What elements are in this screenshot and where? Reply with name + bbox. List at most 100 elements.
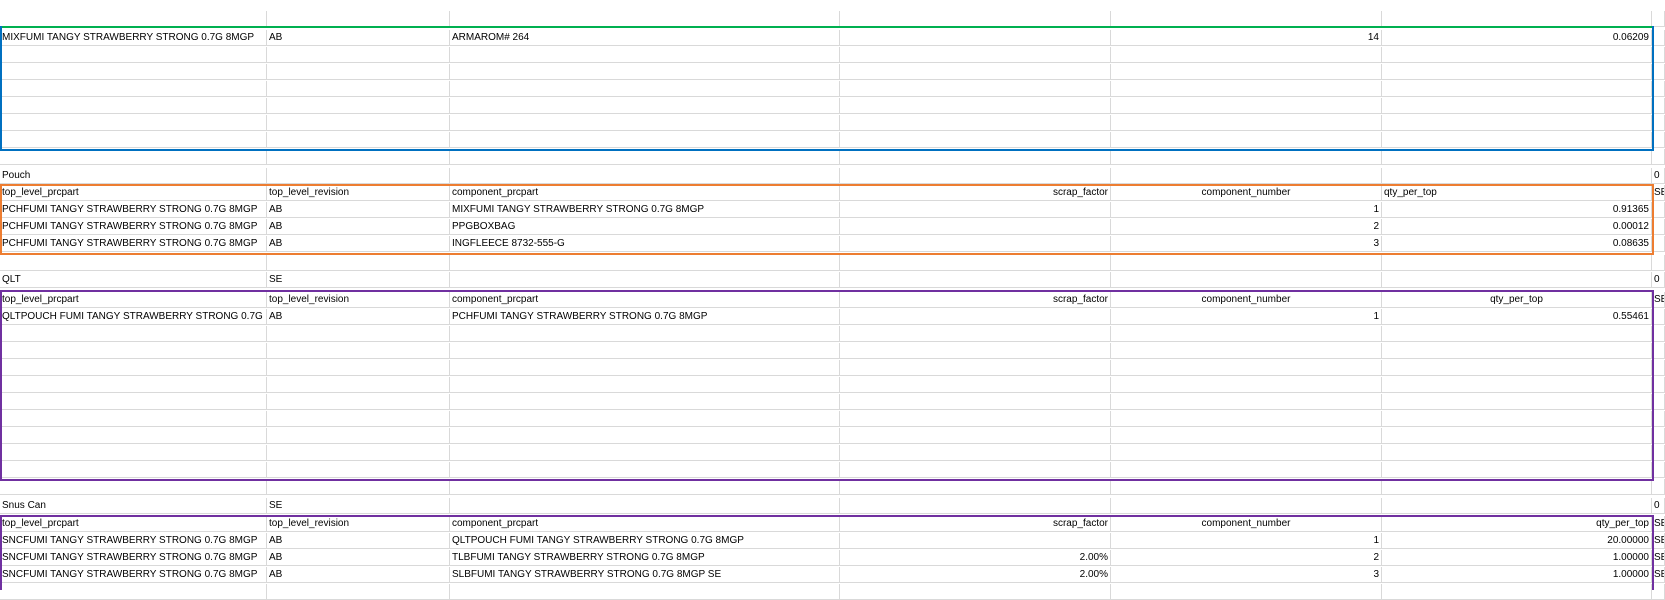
cell-scrap-factor[interactable] [840, 115, 1111, 131]
cell-qty-per-top[interactable]: 0.55461 [1382, 309, 1652, 325]
cell-extra[interactable]: SE [1652, 567, 1665, 583]
cell-qty-per-top[interactable] [1382, 47, 1652, 63]
cell-top-level-revision[interactable]: AB [267, 533, 450, 549]
cell-extra[interactable] [1652, 428, 1665, 444]
cell-extra[interactable] [1652, 377, 1665, 393]
cell-qty-per-top[interactable] [1382, 498, 1652, 514]
cell-scrap-factor[interactable] [840, 343, 1111, 359]
cell-qty-per-top[interactable] [1382, 377, 1652, 393]
cell-component-number[interactable]: 2 [1111, 550, 1382, 566]
header-scrap-factor[interactable]: scrap_factor [840, 185, 1111, 201]
cell-component-number[interactable] [1111, 47, 1382, 63]
header-component-number[interactable]: component_number [1111, 292, 1382, 308]
header-component-prcpart[interactable]: component_prcpart [450, 516, 840, 532]
cell-extra[interactable] [1652, 479, 1665, 495]
cell-component-prcpart[interactable]: TLBFUMI TANGY STRAWBERRY STRONG 0.7G 8MG… [450, 550, 840, 566]
cell-component-prcpart[interactable] [450, 411, 840, 427]
cell-component-number[interactable] [1111, 428, 1382, 444]
cell-extra[interactable]: SE [1652, 550, 1665, 566]
cell-extra[interactable] [1652, 202, 1665, 218]
cell-component-number[interactable] [1111, 445, 1382, 461]
cell-extra[interactable] [1652, 343, 1665, 359]
cell-component-prcpart[interactable] [450, 394, 840, 410]
cell-component-number[interactable] [1111, 462, 1382, 478]
cell-scrap-factor[interactable] [840, 81, 1111, 97]
cell-qty-per-top[interactable] [1382, 326, 1652, 342]
header-top-level-revision[interactable]: top_level_revision [267, 516, 450, 532]
cell-top-level-prcpart[interactable] [0, 360, 267, 376]
section-title-snus-can[interactable]: Snus Can [0, 498, 267, 514]
cell-top-level-prcpart[interactable] [0, 98, 267, 114]
header-top-level-prcpart[interactable]: top_level_prcpart [0, 185, 267, 201]
cell-top-level-revision[interactable] [267, 47, 450, 63]
cell-top-level-prcpart[interactable] [0, 11, 267, 27]
cell-scrap-factor[interactable] [840, 394, 1111, 410]
cell-scrap-factor[interactable] [840, 168, 1111, 184]
cell-top-level-revision[interactable] [267, 377, 450, 393]
header-scrap-factor[interactable]: scrap_factor [840, 292, 1111, 308]
cell-top-level-prcpart[interactable]: QLTPOUCH FUMI TANGY STRAWBERRY STRONG 0.… [0, 309, 267, 325]
cell-scrap-factor[interactable] [840, 377, 1111, 393]
cell-component-number[interactable] [1111, 411, 1382, 427]
cell-component-prcpart[interactable] [450, 98, 840, 114]
cell-extra[interactable] [1652, 394, 1665, 410]
cell-component-number[interactable] [1111, 81, 1382, 97]
cell-component-number[interactable] [1111, 479, 1382, 495]
cell-top-level-revision[interactable] [267, 445, 450, 461]
cell-qty-per-top[interactable] [1382, 272, 1652, 288]
cell-qty-per-top[interactable] [1382, 115, 1652, 131]
header-top-level-prcpart[interactable]: top_level_prcpart [0, 516, 267, 532]
cell-top-level-prcpart[interactable] [0, 132, 267, 148]
cell-component-prcpart[interactable] [450, 115, 840, 131]
cell-component-prcpart[interactable] [450, 343, 840, 359]
cell-component-prcpart[interactable] [450, 462, 840, 478]
cell-component-number[interactable] [1111, 360, 1382, 376]
cell-component-number[interactable] [1111, 377, 1382, 393]
cell-scrap-factor[interactable] [840, 411, 1111, 427]
cell-component-prcpart[interactable] [450, 132, 840, 148]
cell-qty-per-top[interactable] [1382, 81, 1652, 97]
cell-qty-per-top[interactable] [1382, 462, 1652, 478]
cell-top-level-prcpart[interactable] [0, 445, 267, 461]
cell-extra[interactable] [1652, 115, 1665, 131]
cell-extra[interactable] [1652, 11, 1665, 27]
cell-top-level-revision[interactable] [267, 132, 450, 148]
cell-extra[interactable] [1652, 236, 1665, 252]
cell-component-prcpart[interactable]: SLBFUMI TANGY STRAWBERRY STRONG 0.7G 8MG… [450, 567, 840, 583]
cell-scrap-factor[interactable] [840, 462, 1111, 478]
cell-extra[interactable] [1652, 462, 1665, 478]
cell-scrap-factor[interactable] [840, 272, 1111, 288]
cell-qty-per-top[interactable] [1382, 428, 1652, 444]
cell-extra[interactable] [1652, 81, 1665, 97]
cell-top-level-revision[interactable]: AB [267, 30, 450, 46]
cell-scrap-factor[interactable] [840, 498, 1111, 514]
cell-extra[interactable]: 0 [1652, 168, 1665, 184]
cell-component-number[interactable] [1111, 272, 1382, 288]
cell-component-prcpart[interactable] [450, 149, 840, 165]
cell-top-level-revision[interactable] [267, 479, 450, 495]
cell-extra[interactable]: SE [1652, 533, 1665, 549]
cell-top-level-prcpart[interactable] [0, 411, 267, 427]
cell-component-prcpart[interactable] [450, 255, 840, 271]
cell-component-prcpart[interactable] [450, 11, 840, 27]
cell-component-number[interactable]: 1 [1111, 202, 1382, 218]
cell-scrap-factor[interactable]: 2.00% [840, 550, 1111, 566]
header-top-level-revision[interactable]: top_level_revision [267, 185, 450, 201]
cell-top-level-prcpart[interactable] [0, 64, 267, 80]
cell-scrap-factor[interactable] [840, 428, 1111, 444]
header-extra[interactable]: SE [1652, 185, 1665, 201]
cell-top-level-prcpart[interactable] [0, 584, 267, 600]
cell-top-level-revision[interactable]: AB [267, 567, 450, 583]
cell-component-prcpart[interactable] [450, 326, 840, 342]
cell-qty-per-top[interactable] [1382, 584, 1652, 600]
cell-top-level-prcpart[interactable]: SNCFUMI TANGY STRAWBERRY STRONG 0.7G 8MG… [0, 567, 267, 583]
cell-top-level-prcpart[interactable]: SNCFUMI TANGY STRAWBERRY STRONG 0.7G 8MG… [0, 533, 267, 549]
cell-component-prcpart[interactable]: PCHFUMI TANGY STRAWBERRY STRONG 0.7G 8MG… [450, 309, 840, 325]
header-scrap-factor[interactable]: scrap_factor [840, 516, 1111, 532]
cell-extra[interactable] [1652, 584, 1665, 600]
cell-qty-per-top[interactable] [1382, 343, 1652, 359]
cell-extra[interactable] [1652, 149, 1665, 165]
cell-scrap-factor[interactable] [840, 149, 1111, 165]
cell-component-prcpart[interactable] [450, 479, 840, 495]
cell-top-level-prcpart[interactable] [0, 462, 267, 478]
